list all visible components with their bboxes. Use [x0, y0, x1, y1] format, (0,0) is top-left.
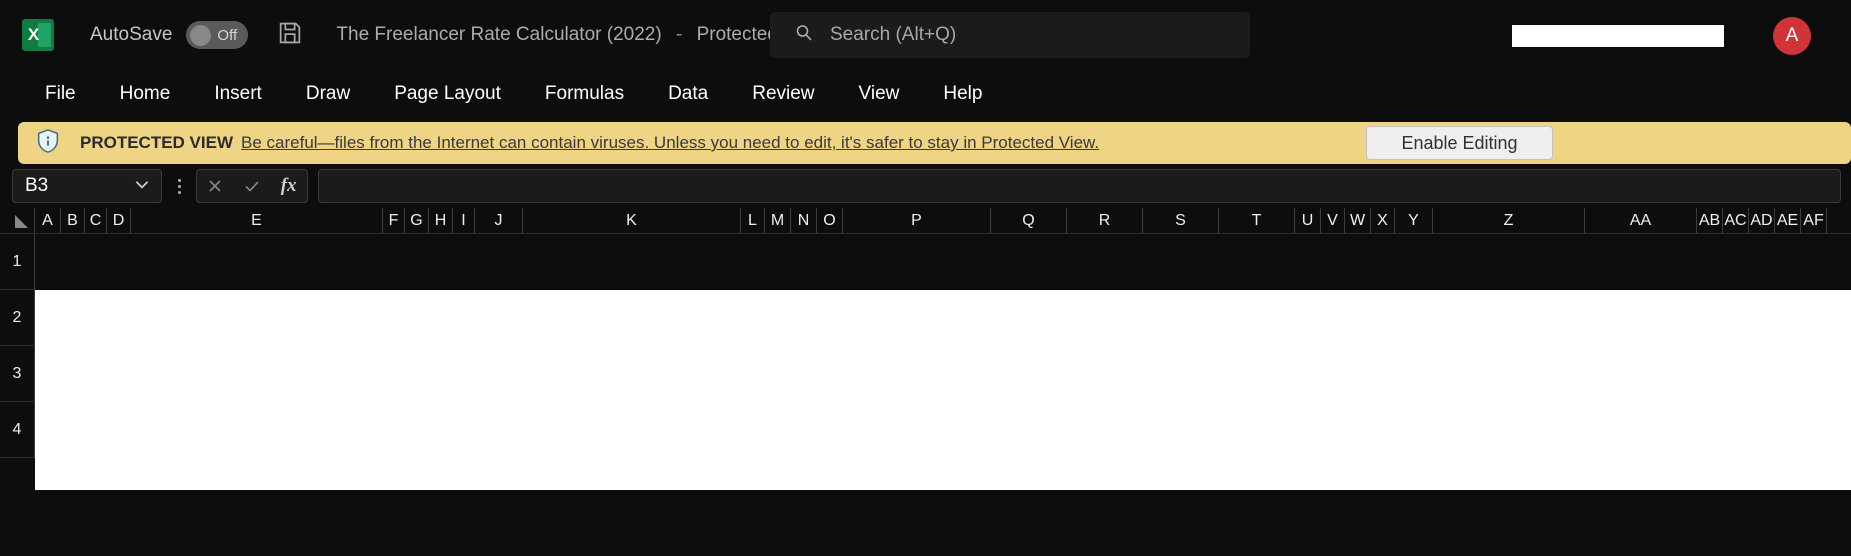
formula-input[interactable]: [318, 169, 1841, 203]
search-box[interactable]: Search (Alt+Q): [770, 12, 1250, 58]
dot: [177, 190, 181, 194]
row-header-3[interactable]: 3: [0, 346, 35, 402]
title-separator: -: [675, 24, 683, 45]
tab-file[interactable]: File: [28, 77, 93, 111]
column-header-u[interactable]: U: [1295, 208, 1321, 233]
enable-editing-button[interactable]: Enable Editing: [1366, 126, 1553, 160]
search-placeholder: Search (Alt+Q): [830, 24, 957, 45]
column-header-b[interactable]: B: [61, 208, 85, 233]
column-header-t[interactable]: T: [1219, 208, 1295, 233]
column-header-ae[interactable]: AE: [1775, 208, 1801, 233]
grid-row-1[interactable]: [35, 234, 1851, 290]
autosave-label: AutoSave: [90, 24, 173, 45]
confirm-check-icon[interactable]: [236, 176, 268, 196]
insert-function-icon[interactable]: fx: [273, 175, 305, 197]
column-header-ac[interactable]: AC: [1723, 208, 1749, 233]
row-header-1[interactable]: 1: [0, 234, 35, 290]
excel-logo-icon: X: [22, 19, 54, 51]
tab-formulas[interactable]: Formulas: [528, 77, 641, 111]
tab-insert[interactable]: Insert: [197, 77, 279, 111]
cancel-x-icon[interactable]: [199, 176, 231, 196]
column-header-w[interactable]: W: [1345, 208, 1371, 233]
column-header-ad[interactable]: AD: [1749, 208, 1775, 233]
column-header-y[interactable]: Y: [1395, 208, 1433, 233]
column-header-s[interactable]: S: [1143, 208, 1219, 233]
tab-home[interactable]: Home: [103, 77, 188, 111]
column-header-aa[interactable]: AA: [1585, 208, 1697, 233]
logo-sheet-shape: [38, 23, 51, 47]
column-header-q[interactable]: Q: [991, 208, 1067, 233]
document-title[interactable]: The Freelancer Rate Calculator (2022) - …: [336, 24, 824, 46]
tab-data[interactable]: Data: [651, 77, 725, 111]
column-header-p[interactable]: P: [843, 208, 991, 233]
dot: [177, 184, 181, 188]
grid-row-2[interactable]: [35, 290, 1851, 346]
ribbon-tabs: File Home Insert Draw Page Layout Formul…: [0, 70, 1851, 118]
column-header-d[interactable]: D: [107, 208, 131, 233]
column-header-h[interactable]: H: [429, 208, 453, 233]
column-header-f[interactable]: F: [383, 208, 405, 233]
document-filename: The Freelancer Rate Calculator (2022): [336, 24, 662, 45]
tab-draw[interactable]: Draw: [289, 77, 367, 111]
enable-editing-label: Enable Editing: [1401, 132, 1518, 153]
redacted-region: [1512, 25, 1724, 47]
select-all-corner-icon[interactable]: [0, 208, 35, 233]
dot: [177, 178, 181, 182]
column-header-l[interactable]: L: [741, 208, 765, 233]
column-header-ab[interactable]: AB: [1697, 208, 1723, 233]
row-headers: 1234: [0, 234, 35, 490]
autosave-toggle[interactable]: Off: [186, 21, 249, 49]
toggle-knob: [190, 24, 212, 46]
column-header-i[interactable]: I: [453, 208, 475, 233]
title-bar: X AutoSave Off The Freelancer Rate Calcu…: [0, 0, 1851, 70]
column-header-e[interactable]: E: [131, 208, 383, 233]
tab-page-layout[interactable]: Page Layout: [377, 77, 518, 111]
column-header-j[interactable]: J: [475, 208, 523, 233]
column-header-m[interactable]: M: [765, 208, 791, 233]
search-icon: [794, 23, 814, 48]
save-floppy-icon[interactable]: [276, 19, 304, 52]
column-header-x[interactable]: X: [1371, 208, 1395, 233]
tab-review[interactable]: Review: [735, 77, 831, 111]
tab-help[interactable]: Help: [926, 77, 999, 111]
name-box-value: B3: [25, 175, 49, 196]
column-header-c[interactable]: C: [85, 208, 107, 233]
autosave-state-label: Off: [217, 26, 238, 44]
cells-area[interactable]: [35, 234, 1851, 490]
chevron-down-icon: [133, 175, 151, 198]
protected-view-label: PROTECTED VIEW: [80, 133, 234, 152]
column-header-n[interactable]: N: [791, 208, 817, 233]
protected-view-bar: PROTECTED VIEW Be careful—files from the…: [18, 122, 1851, 164]
formula-bar: B3 fx: [0, 164, 1851, 208]
grid-row-3[interactable]: [35, 346, 1851, 402]
column-header-k[interactable]: K: [523, 208, 741, 233]
grid-row-4[interactable]: [35, 402, 1851, 458]
column-header-v[interactable]: V: [1321, 208, 1345, 233]
column-header-g[interactable]: G: [405, 208, 429, 233]
tab-view[interactable]: View: [842, 77, 917, 111]
protected-view-message[interactable]: Be careful—files from the Internet can c…: [241, 133, 1099, 153]
column-header-ag[interactable]: AG: [1827, 208, 1851, 233]
formula-actions: fx: [196, 169, 308, 203]
name-box[interactable]: B3: [12, 169, 162, 203]
avatar[interactable]: A: [1773, 17, 1811, 55]
avatar-initial: A: [1785, 25, 1799, 46]
excel-logo-letter: X: [27, 25, 40, 44]
row-header-2[interactable]: 2: [0, 290, 35, 346]
row-header-4[interactable]: 4: [0, 402, 35, 458]
column-header-a[interactable]: A: [35, 208, 61, 233]
grid-body: 1234: [0, 234, 1851, 490]
column-header-z[interactable]: Z: [1433, 208, 1585, 233]
column-header-r[interactable]: R: [1067, 208, 1143, 233]
column-headers: ABCDEFGHIJKLMNOPQRSTUVWXYZAAABACADAEAFAG…: [0, 208, 1851, 234]
shield-info-icon: [34, 127, 62, 160]
column-header-o[interactable]: O: [817, 208, 843, 233]
column-header-af[interactable]: AF: [1801, 208, 1827, 233]
more-options-icon[interactable]: [168, 178, 190, 194]
